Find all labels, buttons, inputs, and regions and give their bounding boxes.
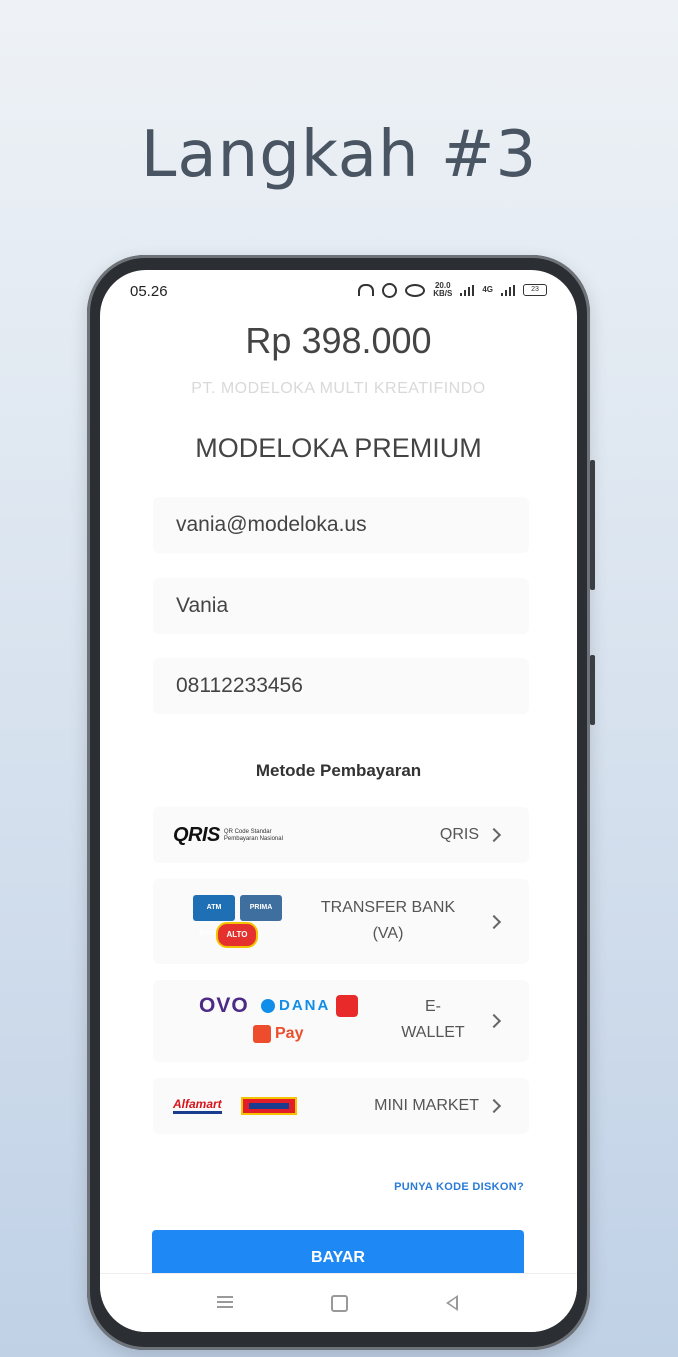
- chevron-right-icon: [486, 1013, 502, 1029]
- linkaja-logo: [336, 995, 358, 1017]
- android-nav-bar: [100, 1273, 577, 1332]
- eye-icon: [405, 283, 426, 297]
- payment-option-label-line1: E-: [425, 998, 441, 1015]
- payment-method-heading: Metode Pembayaran: [255, 761, 422, 780]
- alto-logo: ALTO: [216, 922, 258, 948]
- chevron-right-icon: [486, 914, 502, 930]
- dana-logo: DANA: [279, 997, 331, 1014]
- phone-screen: 05.26 20.0 KB/S 4G 23 Rp 398.000 PT. MOD…: [100, 270, 577, 1332]
- payment-option-label-line2: WALLET: [401, 1024, 465, 1041]
- email-field[interactable]: vania@modeloka.us: [153, 497, 529, 553]
- chevron-right-icon: [486, 827, 502, 843]
- nav-home-icon[interactable]: [331, 1295, 348, 1312]
- page-headline: Langkah #3: [140, 118, 538, 192]
- payment-option-label: TRANSFER BANK (VA): [313, 895, 463, 947]
- alarm-icon: [382, 282, 398, 298]
- payment-option-label-line1: TRANSFER BANK: [320, 899, 456, 916]
- product-name: MODELOKA PREMIUM: [195, 433, 482, 463]
- shopeepay-logo: Pay: [275, 1025, 304, 1042]
- payment-amount: Rp 398.000: [245, 320, 432, 361]
- payment-option-minimarket[interactable]: Alfamart MINI MARKET: [153, 1078, 529, 1134]
- chevron-right-icon: [486, 1098, 502, 1114]
- status-time: 05.26: [130, 283, 168, 300]
- payment-option-label: QRIS: [439, 826, 479, 843]
- payment-option-qris[interactable]: QRIS QR Code Standar Pembayaran Nasional…: [153, 807, 529, 863]
- alfamart-logo: Alfamart: [173, 1097, 222, 1114]
- qris-logo-subtitle-2: Pembayaran Nasional: [223, 835, 283, 842]
- atm-bersama-logo: ATM Bersama: [193, 895, 235, 937]
- merchant-name: PT. MODELOKA MULTI KREATIFINDO: [191, 380, 486, 397]
- signal-icon-2: [501, 284, 515, 296]
- nav-menu-icon[interactable]: [217, 1296, 233, 1308]
- indomaret-logo: [241, 1097, 297, 1115]
- headset-icon: [358, 284, 375, 296]
- phone-field[interactable]: 08112233456: [153, 658, 529, 714]
- qris-logo-text: QRIS: [173, 824, 220, 846]
- payment-option-ewallet[interactable]: OVO DANA Pay E- WALLET: [153, 980, 529, 1062]
- phone-frame: 05.26 20.0 KB/S 4G 23 Rp 398.000 PT. MOD…: [87, 255, 595, 1350]
- ovo-logo: OVO: [199, 994, 249, 1017]
- name-field[interactable]: Vania: [153, 578, 529, 634]
- qris-logo: QRIS QR Code Standar Pembayaran Nasional: [173, 824, 283, 847]
- status-bar: 05.26 20.0 KB/S 4G 23: [100, 270, 577, 312]
- discount-code-link[interactable]: PUNYA KODE DISKON?: [394, 1181, 524, 1193]
- payment-option-label: MINI MARKET: [374, 1097, 479, 1114]
- status-icons: 20.0 KB/S 4G 23: [358, 282, 547, 298]
- volume-button: [590, 460, 595, 590]
- network-type: 4G: [482, 285, 493, 294]
- battery-icon: 23: [523, 284, 547, 296]
- qris-logo-subtitle-1: QR Code Standar: [223, 828, 272, 835]
- shopeepay-icon: [253, 1025, 271, 1043]
- dana-icon: [261, 999, 275, 1013]
- payment-option-label-line2: (VA): [372, 925, 404, 942]
- nav-back-icon[interactable]: [446, 1295, 458, 1311]
- network-speed-unit: KB/S: [433, 289, 453, 298]
- qris-logo-subtitle: QR Code Standar Pembayaran Nasional: [224, 829, 283, 843]
- payment-option-bank-transfer[interactable]: ATM Bersama PRIMA ALTO TRANSFER BANK (VA…: [153, 879, 529, 964]
- payment-option-label: E- WALLET: [383, 994, 483, 1046]
- prima-logo: PRIMA: [240, 895, 282, 921]
- network-speed: 20.0 KB/S: [433, 282, 452, 298]
- pay-button[interactable]: BAYAR: [152, 1230, 524, 1274]
- signal-icon: [460, 284, 475, 296]
- power-button: [590, 655, 595, 725]
